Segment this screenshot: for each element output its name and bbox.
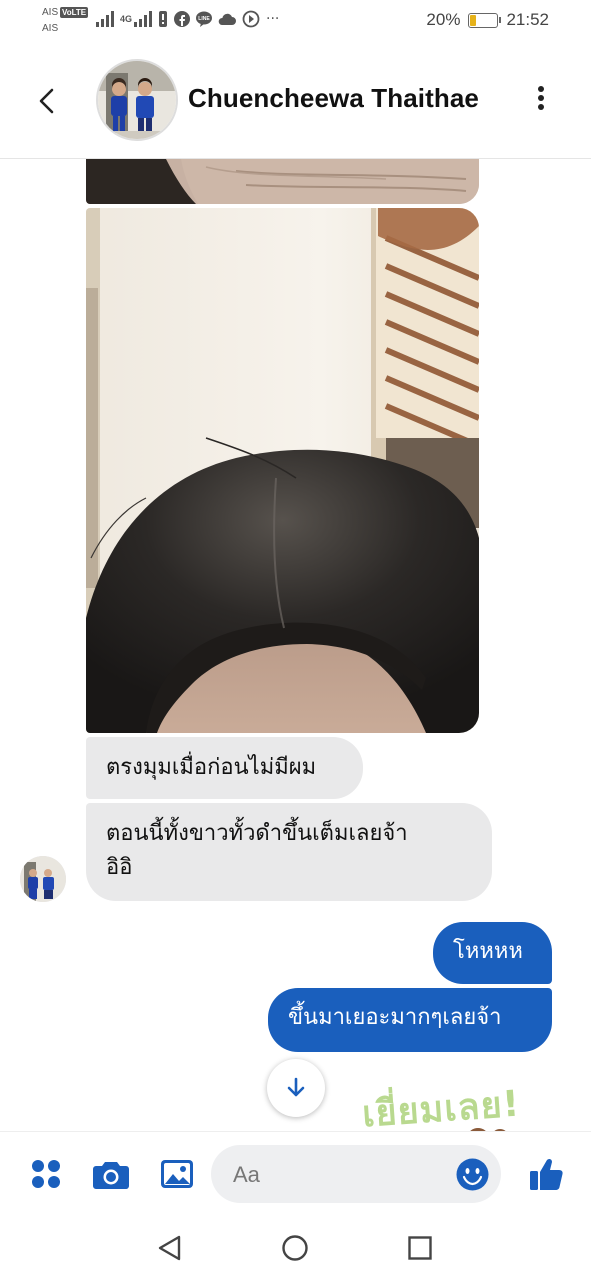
volte-badge: VoLTE (60, 7, 89, 18)
sticker-text: เยี่ยมเลย! (360, 1083, 522, 1131)
message-text: ตรงมุมเมื่อก่อนไม่มีผม (106, 755, 317, 780)
apps-grid-icon (32, 1160, 60, 1188)
nav-home-button[interactable] (278, 1231, 312, 1265)
nav-back-button[interactable] (152, 1231, 186, 1265)
message-input-wrapper (211, 1145, 501, 1203)
triangle-back-icon (158, 1235, 181, 1261)
signal-icon (96, 11, 114, 27)
thumbs-up-icon (530, 1158, 563, 1190)
line-app-icon: LINE (196, 11, 213, 27)
battery-percent: 20% (426, 10, 461, 29)
facebook-icon (174, 11, 191, 27)
incoming-message-1[interactable]: ตรงมุมเมื่อก่อนไม่มีผม (86, 737, 363, 799)
composer-bar (0, 1131, 591, 1218)
scroll-to-bottom-button[interactable] (267, 1059, 325, 1117)
notification-icon (159, 11, 168, 27)
avatar[interactable] (96, 59, 178, 141)
message-input[interactable] (231, 1159, 445, 1191)
carrier-label-1: AIS (42, 7, 59, 18)
apps-button[interactable] (28, 1156, 64, 1192)
cloud-icon (218, 13, 237, 25)
nav-recents-button[interactable] (403, 1231, 437, 1265)
camera-icon (93, 1162, 129, 1189)
emoji-icon[interactable] (456, 1158, 489, 1191)
arrow-down-icon (287, 1077, 305, 1097)
back-arrow-icon[interactable] (30, 84, 64, 118)
more-vertical-icon[interactable] (526, 80, 556, 116)
carrier-label-2: AIS (42, 23, 59, 34)
sender-avatar[interactable] (20, 856, 66, 902)
clock: 21:52 (506, 10, 549, 29)
battery-icon (468, 12, 502, 28)
system-nav-bar (0, 1217, 591, 1280)
contact-name[interactable]: Chuencheewa Thaithae (188, 83, 479, 114)
like-button[interactable] (528, 1156, 564, 1192)
overflow-dots: ··· (266, 11, 280, 27)
message-text-line-2: อิอิ (106, 855, 133, 880)
svg-text:LINE: LINE (198, 16, 210, 22)
photo-message-2[interactable] (86, 208, 479, 733)
sticker-message[interactable]: เยี่ยมเลย! (358, 1074, 548, 1131)
signal-icon-2 (134, 11, 153, 27)
square-recents-icon (408, 1236, 432, 1260)
circle-home-icon (282, 1235, 308, 1261)
gallery-icon (161, 1160, 193, 1188)
network-type-label: 4G (120, 14, 133, 24)
incoming-message-2[interactable]: ตอนนี้ทั้งขาวทั้วดำขึ้นเต็มเลยจ้า อิอิ (86, 803, 492, 901)
message-text-line-1: ตอนนี้ทั้งขาวทั้วดำขึ้นเต็มเลยจ้า (106, 821, 408, 846)
data-saver-icon (242, 10, 260, 28)
message-list[interactable]: ตรงมุมเมื่อก่อนไม่มีผม ตอนนี้ทั้งขาวทั้ว… (0, 159, 591, 1131)
outgoing-message-2[interactable]: ขึ้นมาเยอะมากๆเลยจ้า (268, 988, 552, 1052)
message-text: ขึ้นมาเยอะมากๆเลยจ้า (288, 1005, 502, 1030)
battery-fill (470, 14, 477, 26)
gallery-button[interactable] (159, 1156, 195, 1192)
status-right: 20% 21:52 (426, 10, 549, 30)
status-bar: AIS VoLTE AIS 4G LINE ··· 20% 21:52 (0, 0, 591, 44)
status-icons: 4G LINE ··· (96, 9, 279, 29)
message-text: โหหหห (453, 939, 523, 964)
photo-message-1[interactable] (86, 159, 479, 204)
outgoing-message-1[interactable]: โหหหห (433, 922, 552, 984)
camera-button[interactable] (93, 1156, 129, 1192)
chat-header: Chuencheewa Thaithae (0, 44, 591, 159)
